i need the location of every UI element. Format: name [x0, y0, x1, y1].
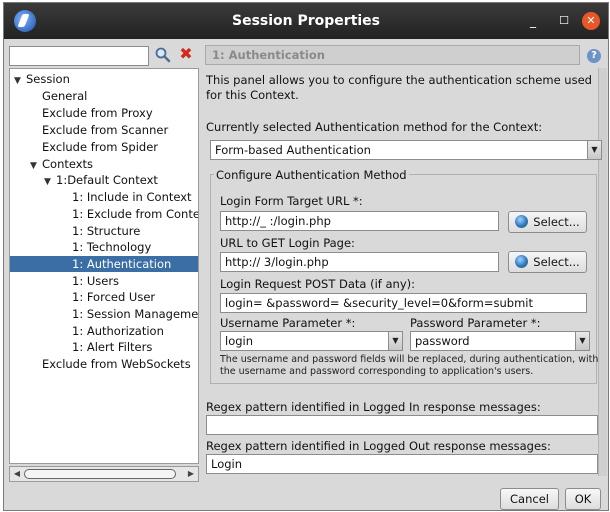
tree-node-authorization[interactable]: 1: Authorization: [72, 323, 164, 339]
password-param-value: password: [415, 334, 470, 348]
login-target-url-label: Login Form Target URL *:: [220, 194, 363, 208]
collapse-icon[interactable]: ▼: [30, 158, 42, 174]
tree-node-label: Contexts: [42, 157, 94, 171]
url-get-login-label: URL to GET Login Page:: [220, 236, 355, 250]
auth-method-value: Form-based Authentication: [215, 143, 371, 157]
tree-horizontal-scrollbar[interactable]: ◀ ▶: [9, 466, 199, 482]
maximize-button[interactable]: ☐: [555, 12, 573, 30]
username-param-value: login: [225, 334, 254, 348]
panel-header: 1: Authentication: [205, 45, 580, 65]
tree-node-forced-user[interactable]: 1: Forced User: [72, 289, 155, 305]
ok-button[interactable]: OK: [565, 488, 601, 510]
param-note-line2: the username and password corresponding …: [220, 366, 534, 377]
username-param-label: Username Parameter *:: [220, 316, 356, 330]
panel-vertical-scrollbar[interactable]: [598, 68, 607, 476]
tree-node-alert-filters[interactable]: 1: Alert Filters: [72, 339, 152, 355]
window-title: Session Properties: [231, 13, 381, 29]
collapse-icon[interactable]: ▼: [14, 73, 26, 89]
post-data-label: Login Request POST Data (if any):: [220, 277, 416, 291]
url-get-login-input[interactable]: http:// 3/login.php: [220, 252, 499, 272]
tree-node-label: Session: [26, 72, 70, 86]
tree-node-exclude-from-websockets[interactable]: Exclude from WebSockets: [42, 356, 191, 372]
param-note-line1: The username and password fields will be…: [220, 354, 599, 365]
select-button-label: Select...: [533, 255, 580, 269]
tree-node-structure[interactable]: 1: Structure: [72, 223, 140, 239]
regex-logged-out-label: Regex pattern identified in Logged Out r…: [206, 439, 551, 453]
tree-node-technology[interactable]: 1: Technology: [72, 239, 151, 255]
cancel-button[interactable]: Cancel: [500, 488, 559, 510]
tree-node-general[interactable]: General: [42, 88, 87, 104]
chevron-down-icon[interactable]: ▼: [587, 141, 601, 159]
tree-node-label: 1:Default Context: [56, 173, 158, 187]
globe-icon: [515, 255, 529, 268]
chevron-down-icon[interactable]: ▼: [575, 332, 589, 350]
tree-node-exclude-from-context[interactable]: 1: Exclude from Conte: [72, 206, 198, 222]
help-icon[interactable]: ?: [587, 49, 601, 63]
username-param-select[interactable]: login ▼: [220, 331, 403, 351]
globe-icon: [515, 215, 529, 228]
authentication-panel: 1: Authentication ? This panel allows yo…: [204, 43, 608, 483]
tree-node-session[interactable]: ▼ Session: [14, 71, 70, 87]
tree-node-default-context[interactable]: ▼ 1:Default Context: [44, 172, 158, 188]
close-window-button[interactable]: ✕: [582, 12, 600, 30]
title-bar[interactable]: Session Properties _ ☐ ✕: [4, 3, 608, 39]
minimize-button[interactable]: _: [524, 12, 542, 30]
regex-logged-in-label: Regex pattern identified in Logged In re…: [206, 400, 541, 414]
select-url-get-button[interactable]: Select...: [508, 251, 587, 273]
scroll-left-icon[interactable]: ◀: [12, 469, 22, 479]
select-login-target-button[interactable]: Select...: [508, 211, 587, 233]
scroll-right-icon[interactable]: ▶: [186, 469, 196, 479]
password-param-select[interactable]: password ▼: [410, 331, 590, 351]
auth-method-select[interactable]: Form-based Authentication ▼: [210, 140, 602, 160]
tree-node-exclude-from-scanner[interactable]: Exclude from Scanner: [42, 122, 168, 138]
tree-node-authentication[interactable]: 1: Authentication: [10, 256, 198, 272]
post-data-input[interactable]: login= &password= &security_level=0&form…: [220, 293, 587, 313]
session-tree-panel: ✖ ▼ Session General Exclude from Proxy Ex…: [6, 43, 202, 483]
clear-search-icon[interactable]: ✖: [177, 45, 195, 63]
session-properties-window: Session Properties _ ☐ ✕ ✖ ▼ Session Gene…: [3, 2, 609, 511]
collapse-icon[interactable]: ▼: [44, 174, 56, 190]
auth-method-label: Currently selected Authentication method…: [206, 120, 543, 134]
scrollbar-thumb[interactable]: [24, 469, 176, 479]
select-button-label: Select...: [533, 215, 580, 229]
panel-description-line1: This panel allows you to configure the a…: [206, 73, 592, 87]
tree-node-users[interactable]: 1: Users: [72, 273, 119, 289]
tree-node-exclude-from-spider[interactable]: Exclude from Spider: [42, 139, 158, 155]
tree-node-contexts[interactable]: ▼ Contexts: [30, 156, 93, 172]
session-tree: ▼ Session General Exclude from Proxy Excl…: [9, 68, 199, 464]
regex-logged-in-input[interactable]: [206, 415, 598, 435]
tree-node-exclude-from-proxy[interactable]: Exclude from Proxy: [42, 105, 153, 121]
search-icon[interactable]: [154, 46, 172, 64]
tree-node-include-in-context[interactable]: 1: Include in Context: [72, 189, 192, 205]
chevron-down-icon[interactable]: ▼: [388, 332, 402, 350]
password-param-label: Password Parameter *:: [410, 316, 541, 330]
panel-description-line2: for this Context.: [206, 88, 299, 102]
tree-search-input[interactable]: [9, 46, 149, 66]
tree-node-session-management[interactable]: 1: Session Managemer: [72, 306, 198, 322]
regex-logged-out-input[interactable]: Login: [206, 454, 598, 474]
configure-auth-title: Configure Authentication Method: [214, 168, 409, 182]
login-target-url-input[interactable]: http://_ :/login.php: [220, 211, 499, 231]
